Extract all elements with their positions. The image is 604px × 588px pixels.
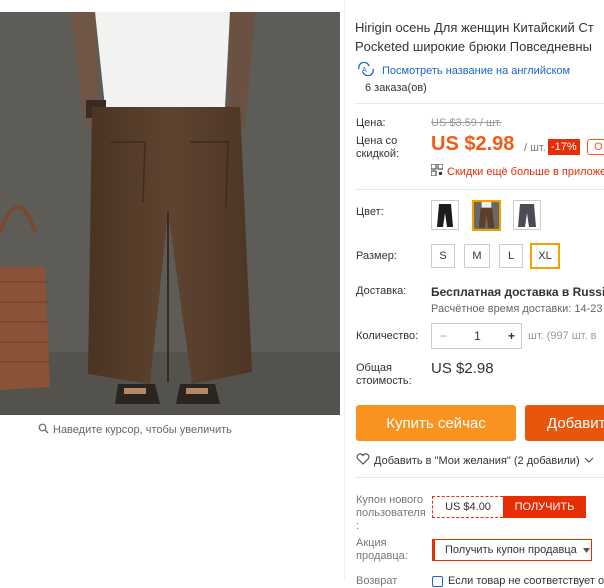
color-swatch-black[interactable] (431, 200, 459, 230)
quantity-increase-button[interactable]: + (508, 329, 521, 343)
product-title: Hirigin осень Для женщин Китайский Ст Po… (355, 18, 604, 56)
brown-pants-icon (474, 202, 499, 229)
shipping-method[interactable]: Бесплатная доставка в Russian (431, 285, 604, 299)
divider (355, 477, 604, 478)
quantity-stepper: − 1 + (431, 323, 522, 349)
total-value: US $2.98 (431, 360, 494, 377)
wishlist-link[interactable]: Добавить в "Мои желания" (2 добавили) (356, 453, 594, 468)
shipping-label: Доставка: (356, 285, 407, 297)
seller-promo-label: Акция продавца: (356, 537, 408, 562)
size-label: Размер: (356, 250, 397, 262)
add-to-cart-button[interactable]: Добавит (525, 405, 604, 441)
seller-coupon-dropdown[interactable]: Получить купон продавца (432, 539, 592, 561)
total-label: Общая стоимость: (356, 362, 412, 387)
svg-text:A: A (362, 67, 367, 74)
app-discount-link[interactable]: Скидки ещё больше в приложе (430, 163, 604, 179)
quantity-input[interactable]: 1 (474, 329, 481, 343)
buy-now-button[interactable]: Купить сейчас (356, 405, 516, 441)
return-policy-label: Если товар не соответствует о (448, 575, 604, 587)
quantity-available: шт. (997 шт. в (528, 330, 597, 342)
zoom-hint-text: Наведите курсор, чтобы увеличить (53, 424, 232, 436)
size-xl-button[interactable]: XL (530, 243, 560, 269)
black-pants-icon (437, 204, 453, 227)
color-swatch-brown[interactable] (472, 200, 501, 231)
heart-icon (356, 453, 370, 468)
get-coupon-button[interactable]: ПОЛУЧИТЬ (503, 496, 586, 518)
extra-badge: О (587, 139, 604, 155)
per-unit-label: / шт. (524, 142, 546, 154)
old-price: US $3.59 / шт. (431, 117, 502, 129)
new-user-coupon-value: US $4.00 (432, 496, 503, 518)
panel-divider (344, 0, 345, 581)
quantity-label: Количество: (356, 330, 419, 342)
size-m-button[interactable]: M (464, 244, 490, 268)
discount-price-label: Цена со скидкой: (356, 135, 400, 160)
translate-link-text[interactable]: Посмотреть название на английском (382, 65, 570, 77)
divider (355, 189, 604, 190)
wishlist-text[interactable]: Добавить в "Мои желания" (2 добавили) (374, 455, 580, 467)
app-discount-text[interactable]: Скидки ещё больше в приложе (447, 166, 604, 178)
caret-down-icon (582, 544, 590, 556)
title-line-1: Hirigin осень Для женщин Китайский Ст (355, 20, 594, 35)
magnifier-icon (38, 423, 49, 437)
color-swatch-gray[interactable] (513, 200, 541, 230)
size-s-button[interactable]: S (431, 244, 455, 268)
divider (355, 103, 604, 104)
orders-count: 6 заказа(ов) (365, 82, 427, 94)
title-line-2: Pocketed широкие брюки Повседневны (355, 39, 592, 54)
zoom-hint: Наведите курсор, чтобы увеличить (38, 423, 232, 437)
current-price: US $2.98 (431, 133, 515, 155)
chevron-down-icon (584, 455, 594, 467)
color-label: Цвет: (356, 206, 384, 218)
quantity-decrease-button[interactable]: − (432, 329, 447, 343)
qr-code-icon (430, 163, 444, 179)
size-l-button[interactable]: L (499, 244, 523, 268)
return-policy-text: Если товар не соответствует о (432, 575, 604, 587)
return-label: Возврат (356, 575, 398, 587)
product-photo (0, 12, 340, 415)
new-user-coupon-label: Купон нового пользователя : (356, 494, 426, 532)
product-image[interactable] (0, 12, 340, 415)
translate-title-link[interactable]: A Посмотреть название на английском (356, 61, 570, 79)
discount-badge: -17% (548, 139, 580, 155)
price-label: Цена: (356, 117, 386, 129)
gray-pants-icon (518, 204, 536, 227)
seller-coupon-text: Получить купон продавца (445, 544, 577, 556)
shipping-time: Расчётное время доставки: 14-23 (431, 303, 603, 315)
shield-icon (432, 575, 443, 587)
translate-icon: A (356, 61, 376, 79)
